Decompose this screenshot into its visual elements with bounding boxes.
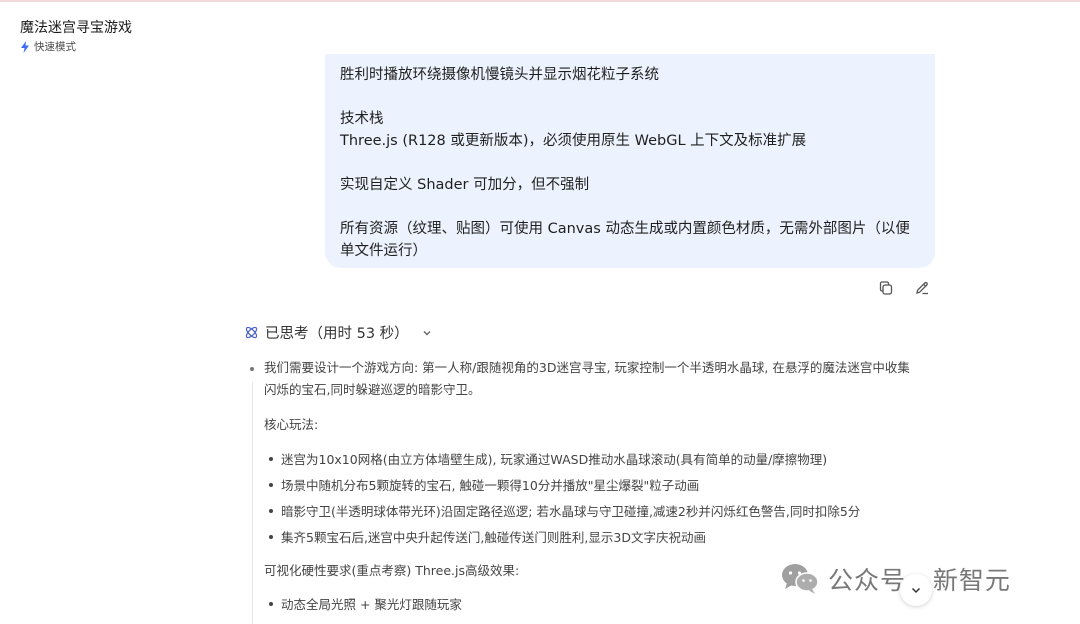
list-item-text: 集齐5颗宝石后,迷宫中央升起传送门,触碰传送门则胜利,显示3D文字庆祝动画 <box>281 530 706 545</box>
wechat-logo-icon <box>782 564 819 594</box>
thinking-divider <box>252 382 253 624</box>
thinking-label: 已思考（用时 53 秒） <box>265 326 409 342</box>
list-item: 迷宫为10x10网格(由立方体墙壁生成), 玩家通过WASD推动水晶球滚动(具有… <box>269 449 827 468</box>
edit-button[interactable] <box>913 279 931 297</box>
copy-icon <box>879 281 893 295</box>
list-item-text: 动态全局光照 + 聚光灯跟随玩家 <box>281 597 462 612</box>
list-item-text: 暗影守卫(半透明球体带光环)沿固定路径巡逻; 若水晶球与守卫碰撞,减速2秒并闪烁… <box>281 504 861 519</box>
copy-button[interactable] <box>877 279 895 297</box>
mode-indicator[interactable]: 快速模式 <box>20 39 132 54</box>
message-actions <box>877 279 931 297</box>
user-message-line: 单文件运行） <box>340 243 427 259</box>
user-message-line: Three.js (R128 或更新版本)，必须使用原生 WebGL 上下文及标… <box>340 133 807 149</box>
mode-label: 快速模式 <box>34 41 76 53</box>
watermark: 公众号 · 新智元 <box>780 561 1011 597</box>
chevron-down-icon <box>423 330 431 335</box>
list-item-text: 迷宫为10x10网格(由立方体墙壁生成), 玩家通过WASD推动水晶球滚动(具有… <box>281 452 828 467</box>
user-message-bubble: 胜利时播放环绕摄像机慢镜头并显示烟花粒子系统 技术栈 Three.js (R12… <box>325 54 935 268</box>
user-message-line: 技术栈 <box>340 111 384 127</box>
user-message-line: 所有资源（纹理、贴图）可使用 Canvas 动态生成或内置颜色材质，无需外部图片… <box>340 221 910 237</box>
list-item-text: 场景中随机分布5颗旋转的宝石, 触碰一颗得10分并播放"星尘爆裂"粒子动画 <box>281 478 700 493</box>
user-message-line: 实现自定义 Shader 可加分，但不强制 <box>340 177 590 193</box>
chevron-down-icon <box>911 587 921 594</box>
list-item: 场景中随机分布5颗旋转的宝石, 触碰一颗得10分并播放"星尘爆裂"粒子动画 <box>269 475 699 494</box>
thinking-intro-line: 我们需要设计一个游戏方向: 第一人称/跟随视角的3D迷宫寻宝, 玩家控制一个半透… <box>264 360 910 375</box>
bullet-dot <box>269 456 273 461</box>
user-message-line: 胜利时播放环绕摄像机慢镜头并显示烟花粒子系统 <box>340 67 659 83</box>
list-item: 暗影守卫(半透明球体带光环)沿固定路径巡逻; 若水晶球与守卫碰撞,减速2秒并闪烁… <box>269 501 860 520</box>
chat-title[interactable]: 魔法迷宫寻宝游戏 <box>20 18 132 38</box>
edit-icon <box>916 281 928 295</box>
bullet-dot <box>269 482 273 487</box>
list-item: 集齐5颗宝石后,迷宫中央升起传送门,触碰传送门则胜利,显示3D文字庆祝动画 <box>269 527 706 546</box>
top-border <box>0 0 1080 2</box>
thinking-intro-line: 闪烁的宝石,同时躲避巡逻的暗影守卫。 <box>264 382 481 397</box>
section-title-core: 核心玩法: <box>264 417 319 432</box>
bullet-dot <box>250 367 254 371</box>
chat-header: 魔法迷宫寻宝游戏 快速模式 <box>20 18 132 54</box>
thinking-intro: 我们需要设计一个游戏方向: 第一人称/跟随视角的3D迷宫寻宝, 玩家控制一个半透… <box>247 357 937 401</box>
scroll-down-button[interactable] <box>900 574 932 606</box>
bullet-dot <box>269 534 273 539</box>
section-title-visual: 可视化硬性要求(重点考察) Three.js高级效果: <box>264 563 520 578</box>
bullet-dot <box>269 601 273 606</box>
thinking-toggle[interactable]: 已思考（用时 53 秒） <box>244 322 433 343</box>
list-item: 动态全局光照 + 聚光灯跟随玩家 <box>269 594 462 613</box>
atom-icon <box>245 326 258 339</box>
bullet-dot <box>269 508 273 513</box>
bolt-icon <box>21 40 29 53</box>
